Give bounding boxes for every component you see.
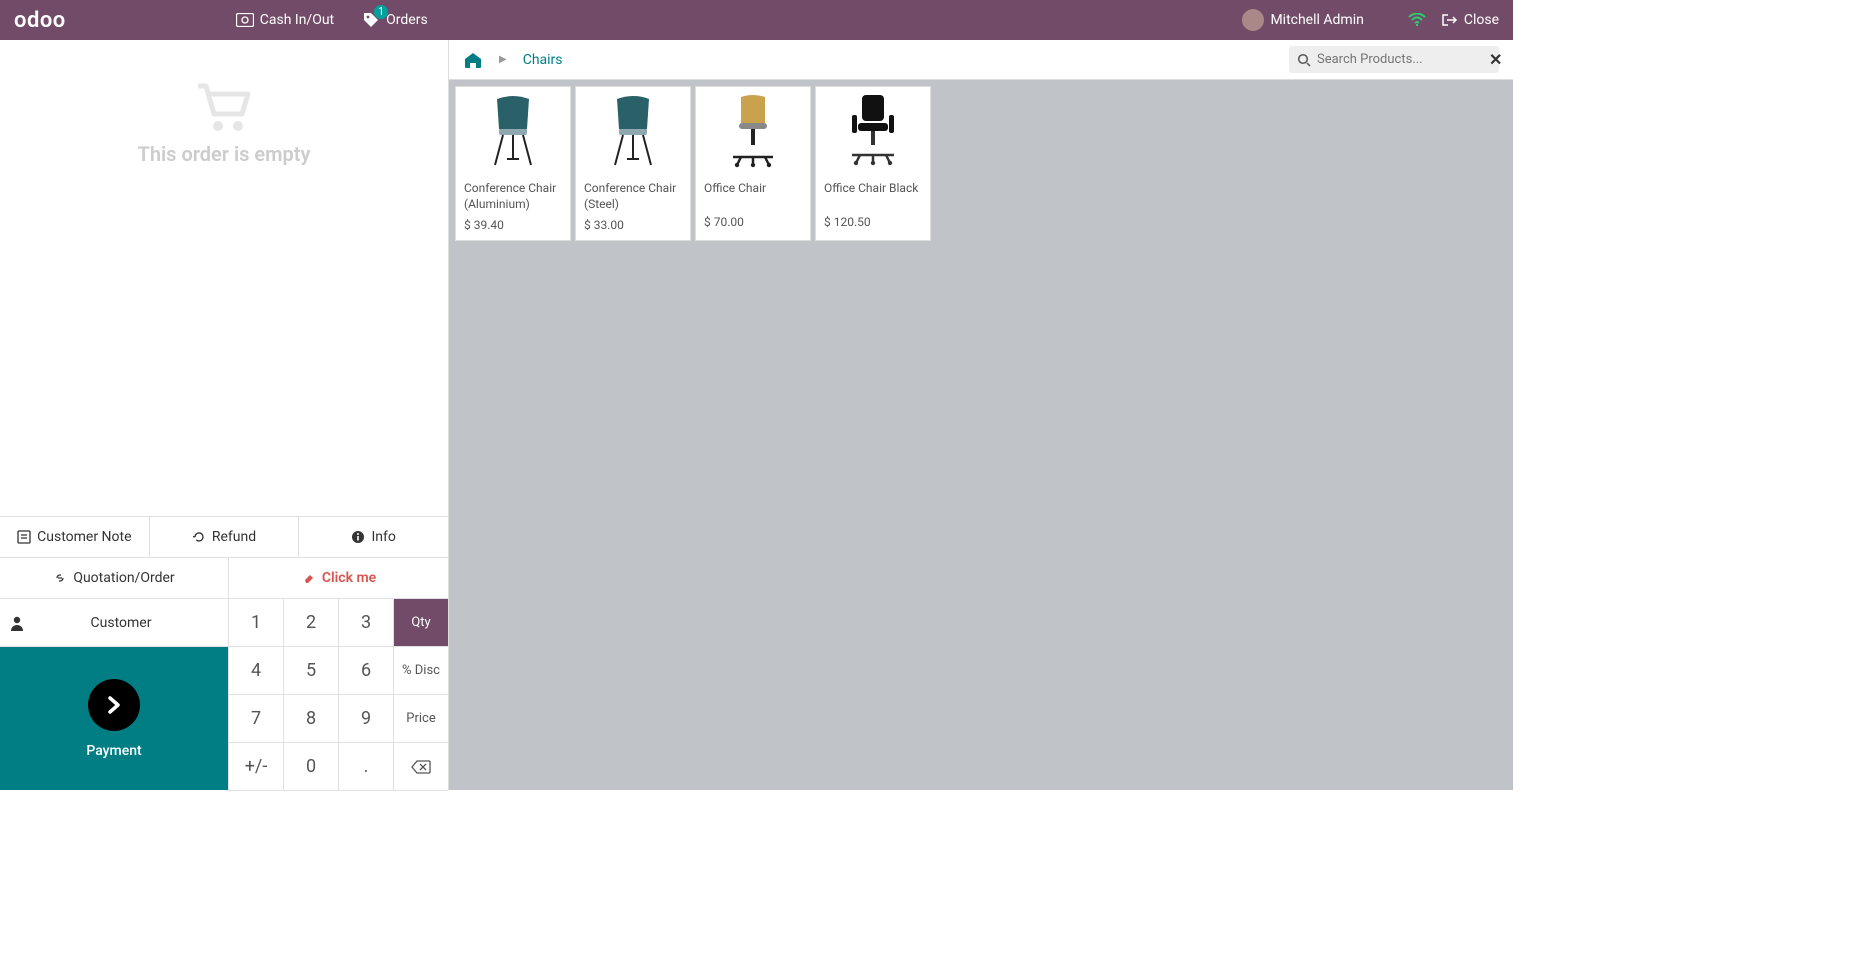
numkey-5[interactable]: 5 <box>283 647 338 695</box>
eraser-icon <box>302 571 316 585</box>
product-card[interactable]: Conference Chair (Steel)$ 33.00 <box>575 86 691 241</box>
breadcrumb-bar: ▶ Chairs ✕ <box>449 40 1513 80</box>
signout-icon <box>1442 13 1458 27</box>
refund-button[interactable]: Refund <box>150 517 300 557</box>
numkey-1[interactable]: 1 <box>228 599 283 647</box>
product-card[interactable]: Office Chair Black$ 120.50 <box>815 86 931 241</box>
wifi-icon <box>1408 13 1426 27</box>
orders-badge: 1 <box>374 5 388 19</box>
numkey-3[interactable]: 3 <box>338 599 393 647</box>
product-grid: Conference Chair (Aluminium)$ 39.40Confe… <box>449 80 1513 247</box>
payment-button[interactable]: Payment <box>0 647 228 790</box>
numkey-8[interactable]: 8 <box>283 695 338 743</box>
customer-button[interactable]: Customer <box>0 599 228 647</box>
empty-order-text: This order is empty <box>138 142 311 166</box>
mode-price[interactable]: Price <box>393 695 448 743</box>
note-icon <box>17 530 31 544</box>
product-name: Conference Chair (Steel) <box>576 175 690 214</box>
quotation-button[interactable]: Quotation/Order <box>0 558 229 598</box>
undo-icon <box>192 530 206 544</box>
tag-icon: 1 <box>362 11 380 29</box>
mode-disc[interactable]: % Disc <box>393 647 448 695</box>
close-button[interactable]: Close <box>1442 12 1499 28</box>
orders-button[interactable]: 1 Orders <box>362 11 428 29</box>
product-price: $ 33.00 <box>576 214 690 240</box>
product-image <box>456 87 570 175</box>
backspace-icon <box>411 760 431 774</box>
user-name: Mitchell Admin <box>1270 12 1363 28</box>
info-button[interactable]: Info <box>299 517 448 557</box>
home-button[interactable] <box>463 51 483 69</box>
product-name: Office Chair <box>696 175 810 211</box>
product-price: $ 120.50 <box>816 211 930 237</box>
numkey-dot[interactable]: . <box>338 743 393 791</box>
product-price: $ 39.40 <box>456 214 570 240</box>
numkey-7[interactable]: 7 <box>228 695 283 743</box>
search-input[interactable] <box>1317 52 1483 67</box>
product-image <box>696 87 810 175</box>
search-icon <box>1297 53 1311 67</box>
cart-icon <box>192 80 256 136</box>
numkey-2[interactable]: 2 <box>283 599 338 647</box>
mode-qty[interactable]: Qty <box>393 599 448 647</box>
breadcrumb-category[interactable]: Chairs <box>523 52 563 68</box>
product-image <box>576 87 690 175</box>
numpad: 1 2 3 Qty 4 5 6 % Disc 7 8 9 Price +/- 0… <box>228 599 448 790</box>
product-card[interactable]: Conference Chair (Aluminium)$ 39.40 <box>455 86 571 241</box>
product-price: $ 70.00 <box>696 211 810 237</box>
close-label: Close <box>1464 12 1499 28</box>
cash-label: Cash In/Out <box>260 12 334 28</box>
payment-arrow-icon <box>88 679 140 731</box>
person-icon <box>10 615 24 631</box>
order-area: This order is empty <box>0 40 448 516</box>
product-name: Conference Chair (Aluminium) <box>456 175 570 214</box>
action-row-1: Customer Note Refund Info <box>0 516 448 557</box>
info-icon <box>351 530 365 544</box>
breadcrumb-separator: ▶ <box>499 54 507 65</box>
numkey-4[interactable]: 4 <box>228 647 283 695</box>
logo: odoo <box>14 8 66 33</box>
link-icon <box>53 571 67 585</box>
numkey-0[interactable]: 0 <box>283 743 338 791</box>
topbar: odoo Cash In/Out 1 Orders Mitchell Admin… <box>0 0 1513 40</box>
avatar <box>1242 9 1264 31</box>
numkey-sign[interactable]: +/- <box>228 743 283 791</box>
product-card[interactable]: Office Chair$ 70.00 <box>695 86 811 241</box>
home-icon <box>463 51 483 69</box>
click-me-button[interactable]: Click me <box>229 558 449 598</box>
clear-search-button[interactable]: ✕ <box>1489 50 1502 69</box>
user-menu[interactable]: Mitchell Admin <box>1242 9 1363 31</box>
action-row-2: Quotation/Order Click me <box>0 557 448 598</box>
product-image <box>816 87 930 175</box>
numkey-backspace[interactable] <box>393 743 448 791</box>
numkey-6[interactable]: 6 <box>338 647 393 695</box>
numkey-9[interactable]: 9 <box>338 695 393 743</box>
cash-in-out-button[interactable]: Cash In/Out <box>236 12 334 28</box>
product-name: Office Chair Black <box>816 175 930 211</box>
search-wrap: ✕ <box>1289 46 1499 73</box>
order-panel: This order is empty Customer Note Refund… <box>0 40 449 790</box>
customer-note-button[interactable]: Customer Note <box>0 517 150 557</box>
cash-icon <box>236 13 254 27</box>
orders-label: Orders <box>386 12 428 28</box>
